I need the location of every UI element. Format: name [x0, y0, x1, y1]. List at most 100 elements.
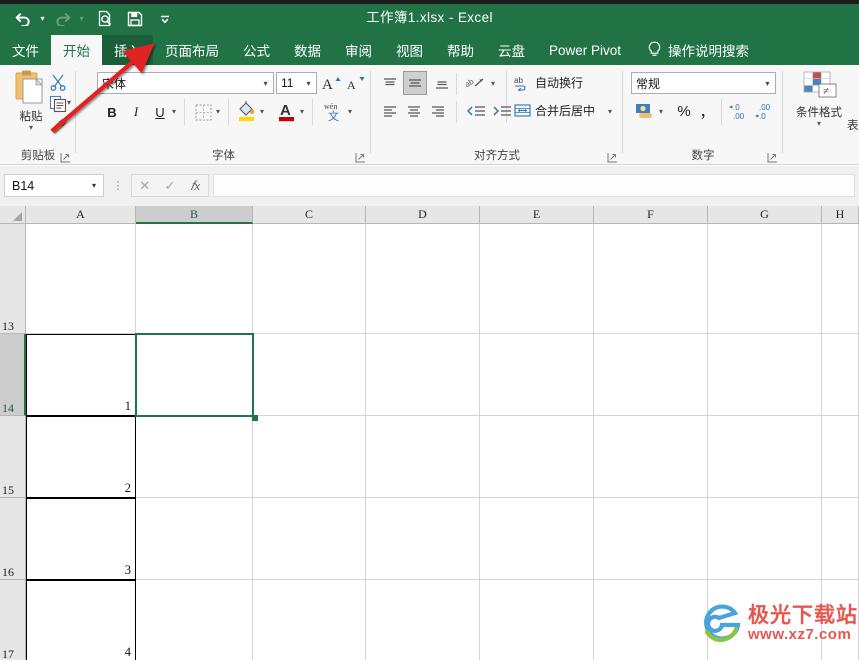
cell-F15[interactable] [594, 416, 708, 498]
format-painter-icon[interactable] [47, 115, 69, 137]
tab-home[interactable]: 开始 [51, 35, 102, 65]
cell-H13[interactable] [822, 224, 859, 334]
tab-file[interactable]: 文件 [0, 35, 51, 65]
cell-B16[interactable] [136, 498, 253, 580]
font-dialog-launcher[interactable] [355, 150, 367, 163]
tab-insert[interactable]: 插入 [102, 35, 153, 65]
formula-input[interactable] [213, 174, 855, 197]
orientation-dropdown-icon[interactable]: ▾ [491, 79, 495, 88]
borders-dropdown-icon[interactable]: ▾ [216, 107, 220, 116]
percent-style-button[interactable]: % [673, 99, 695, 123]
name-box-dropdown-icon[interactable]: ▾ [85, 181, 103, 190]
grow-font-icon[interactable]: A [321, 72, 343, 94]
number-dialog-launcher[interactable] [767, 150, 779, 163]
borders-icon[interactable] [192, 101, 214, 123]
tab-formulas[interactable]: 公式 [231, 35, 282, 65]
cell-E17[interactable] [480, 580, 594, 660]
cell-D13[interactable] [366, 224, 480, 334]
row-header-15[interactable]: 15 [0, 416, 26, 498]
comma-style-button[interactable]: ， [697, 99, 717, 123]
cell-C13[interactable] [253, 224, 366, 334]
conditional-formatting-dropdown-icon[interactable]: ▾ [817, 120, 821, 128]
clipboard-dialog-launcher[interactable] [60, 150, 72, 163]
alignment-dialog-launcher[interactable] [607, 150, 619, 163]
copy-icon[interactable] [47, 93, 69, 115]
underline-button[interactable]: U [150, 101, 170, 123]
align-bottom-icon[interactable] [431, 73, 452, 94]
cut-icon[interactable] [47, 71, 69, 93]
cell-G16[interactable] [708, 498, 822, 580]
fill-color-dropdown-icon[interactable]: ▾ [260, 107, 264, 116]
accounting-dropdown-icon[interactable]: ▾ [659, 107, 663, 116]
cell-E15[interactable] [480, 416, 594, 498]
cell-A16[interactable]: 3 [26, 498, 136, 580]
font-color-dropdown-icon[interactable]: ▾ [300, 107, 304, 116]
select-all-corner[interactable] [0, 206, 26, 224]
cell-C17[interactable] [253, 580, 366, 660]
phonetic-guide-icon[interactable]: wén 文 [320, 98, 346, 124]
column-header-f[interactable]: F [594, 206, 708, 224]
font-name-combo[interactable]: 宋体 ▾ [97, 72, 274, 94]
cell-H16[interactable] [822, 498, 859, 580]
cell-D17[interactable] [366, 580, 480, 660]
tab-cloud-disk[interactable]: 云盘 [486, 35, 537, 65]
decrease-decimal-icon[interactable]: .00.0 [755, 99, 779, 123]
column-header-b[interactable]: B [136, 206, 253, 224]
phonetic-dropdown-icon[interactable]: ▾ [348, 107, 352, 116]
row-header-16[interactable]: 16 [0, 498, 26, 580]
row-header-13[interactable]: 13 [0, 224, 26, 334]
cell-C16[interactable] [253, 498, 366, 580]
font-size-combo[interactable]: 11 ▾ [276, 72, 317, 94]
font-size-dropdown-icon[interactable]: ▾ [301, 79, 316, 88]
lightbulb-icon[interactable] [633, 35, 668, 65]
column-header-c[interactable]: C [253, 206, 366, 224]
cell-A15[interactable]: 2 [26, 416, 136, 498]
tab-power-pivot[interactable]: Power Pivot [537, 35, 633, 65]
cell-C14[interactable] [253, 334, 366, 416]
merge-dropdown-icon[interactable]: ▾ [608, 107, 612, 116]
column-header-d[interactable]: D [366, 206, 480, 224]
row-header-14[interactable]: 14 [0, 334, 26, 416]
cell-A17[interactable]: 4 [26, 580, 136, 660]
increase-decimal-icon[interactable]: .0.00 [729, 99, 753, 123]
column-header-a[interactable]: A [26, 206, 136, 224]
cell-A14[interactable]: 1 [26, 334, 136, 416]
cell-H14[interactable] [822, 334, 859, 416]
align-right-icon[interactable] [427, 101, 448, 122]
italic-button[interactable]: I [126, 101, 146, 123]
cell-F16[interactable] [594, 498, 708, 580]
cell-G13[interactable] [708, 224, 822, 334]
tab-view[interactable]: 视图 [384, 35, 435, 65]
tab-page-layout[interactable]: 页面布局 [153, 35, 231, 65]
cell-F17[interactable] [594, 580, 708, 660]
cell-D15[interactable] [366, 416, 480, 498]
column-header-h[interactable]: H [822, 206, 859, 224]
cell-C15[interactable] [253, 416, 366, 498]
cell-B14[interactable] [136, 334, 253, 416]
number-format-combo[interactable]: 常规 ▾ [631, 72, 776, 94]
cell-G15[interactable] [708, 416, 822, 498]
column-header-g[interactable]: G [708, 206, 822, 224]
cell-A13[interactable] [26, 224, 136, 334]
cell-F14[interactable] [594, 334, 708, 416]
tell-me-label[interactable]: 操作说明搜索 [668, 35, 759, 65]
paste-dropdown-icon[interactable]: ▾ [29, 124, 33, 132]
tab-data[interactable]: 数据 [282, 35, 333, 65]
tab-help[interactable]: 帮助 [435, 35, 486, 65]
formula-bar-grip[interactable]: ⋮ [113, 177, 124, 194]
conditional-formatting-button[interactable]: ≠ 条件格式 ▾ [789, 71, 849, 128]
copy-dropdown-icon[interactable]: ▾ [67, 98, 71, 107]
shrink-font-icon[interactable]: A [345, 72, 367, 94]
tab-review[interactable]: 审阅 [333, 35, 384, 65]
cell-E13[interactable] [480, 224, 594, 334]
align-center-icon[interactable] [403, 101, 424, 122]
orientation-icon[interactable]: ab [464, 73, 488, 94]
align-top-icon[interactable] [379, 73, 400, 94]
table-styles-label[interactable]: 表格 [847, 117, 859, 133]
font-color-icon[interactable]: A [276, 99, 298, 123]
font-name-dropdown-icon[interactable]: ▾ [258, 79, 273, 88]
number-format-dropdown-icon[interactable]: ▾ [760, 79, 775, 88]
underline-dropdown-icon[interactable]: ▾ [172, 107, 176, 116]
align-left-icon[interactable] [379, 101, 400, 122]
row-header-17[interactable]: 17 [0, 580, 26, 660]
